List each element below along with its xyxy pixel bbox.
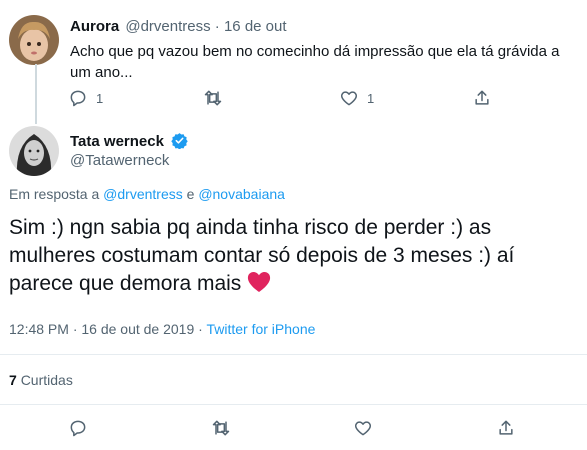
timestamp-separator: · bbox=[198, 321, 203, 337]
in-reply-user-novabaiana[interactable]: @novabaiana bbox=[198, 186, 285, 202]
reply-count: 1 bbox=[96, 90, 104, 106]
share-icon bbox=[499, 420, 513, 435]
retweet-icon bbox=[204, 90, 222, 106]
likes-label: Curtidas bbox=[20, 372, 73, 388]
avatar-aurora-image bbox=[9, 15, 59, 65]
divider-bottom bbox=[0, 404, 587, 405]
tweet-source[interactable]: Twitter for iPhone bbox=[206, 321, 315, 337]
like-button[interactable]: 1 bbox=[339, 88, 374, 108]
retweet-icon bbox=[212, 420, 230, 436]
main-share-button[interactable] bbox=[496, 418, 516, 438]
main-actions bbox=[68, 418, 518, 440]
main-author-handle[interactable]: @Tatawerneck bbox=[70, 152, 169, 169]
reply-date[interactable]: 16 de out bbox=[224, 18, 287, 35]
main-author-name[interactable]: Tata werneck bbox=[70, 133, 164, 150]
heart-outline-icon bbox=[354, 421, 372, 436]
reply-header: Aurora @drventress · 16 de out bbox=[70, 18, 287, 35]
share-icon bbox=[475, 90, 489, 105]
verified-badge-icon bbox=[171, 133, 189, 150]
reply-author-name[interactable]: Aurora bbox=[70, 18, 119, 35]
main-like-button[interactable] bbox=[353, 418, 373, 438]
reply-icon bbox=[70, 90, 86, 107]
main-retweet-button[interactable] bbox=[211, 418, 231, 438]
likes-row[interactable]: 7 Curtidas bbox=[9, 372, 73, 388]
main-tweet-text: Sim :) ngn sabia pq ainda tinha risco de… bbox=[9, 214, 569, 301]
reply-text: Acho que pq vazou bem no comecinho dá im… bbox=[70, 43, 560, 81]
timestamp-row: 12:48 PM · 16 de out de 2019 · Twitter f… bbox=[9, 321, 315, 337]
avatar-aurora[interactable] bbox=[9, 15, 59, 65]
reply-actions: 1 1 bbox=[68, 88, 498, 110]
avatar-tata[interactable] bbox=[9, 126, 59, 176]
in-reply-to: Em resposta a @drventress e @novabaiana bbox=[9, 186, 285, 202]
reply-separator: · bbox=[214, 18, 220, 35]
reply-icon bbox=[70, 420, 86, 437]
red-heart-icon bbox=[248, 272, 271, 292]
tweet-timestamp[interactable]: 12:48 PM · 16 de out de 2019 bbox=[9, 321, 194, 337]
main-reply-button[interactable] bbox=[68, 418, 88, 438]
divider-top bbox=[0, 354, 587, 355]
reply-button[interactable]: 1 bbox=[68, 88, 103, 108]
reply-author-handle[interactable]: @drventress bbox=[125, 18, 210, 35]
likes-count: 7 bbox=[9, 372, 17, 388]
like-count: 1 bbox=[367, 90, 375, 106]
avatar-tata-image bbox=[9, 126, 59, 176]
retweet-button[interactable] bbox=[203, 88, 223, 108]
thread-connector bbox=[35, 64, 37, 124]
in-reply-user-drventress[interactable]: @drventress bbox=[103, 186, 183, 202]
in-reply-conjunction: e bbox=[186, 186, 195, 202]
red-heart-emoji bbox=[247, 271, 271, 301]
main-author-row: Tata werneck bbox=[70, 132, 189, 151]
in-reply-prefix: Em resposta a bbox=[9, 186, 100, 202]
heart-outline-icon bbox=[340, 91, 358, 106]
share-button[interactable] bbox=[472, 88, 492, 108]
